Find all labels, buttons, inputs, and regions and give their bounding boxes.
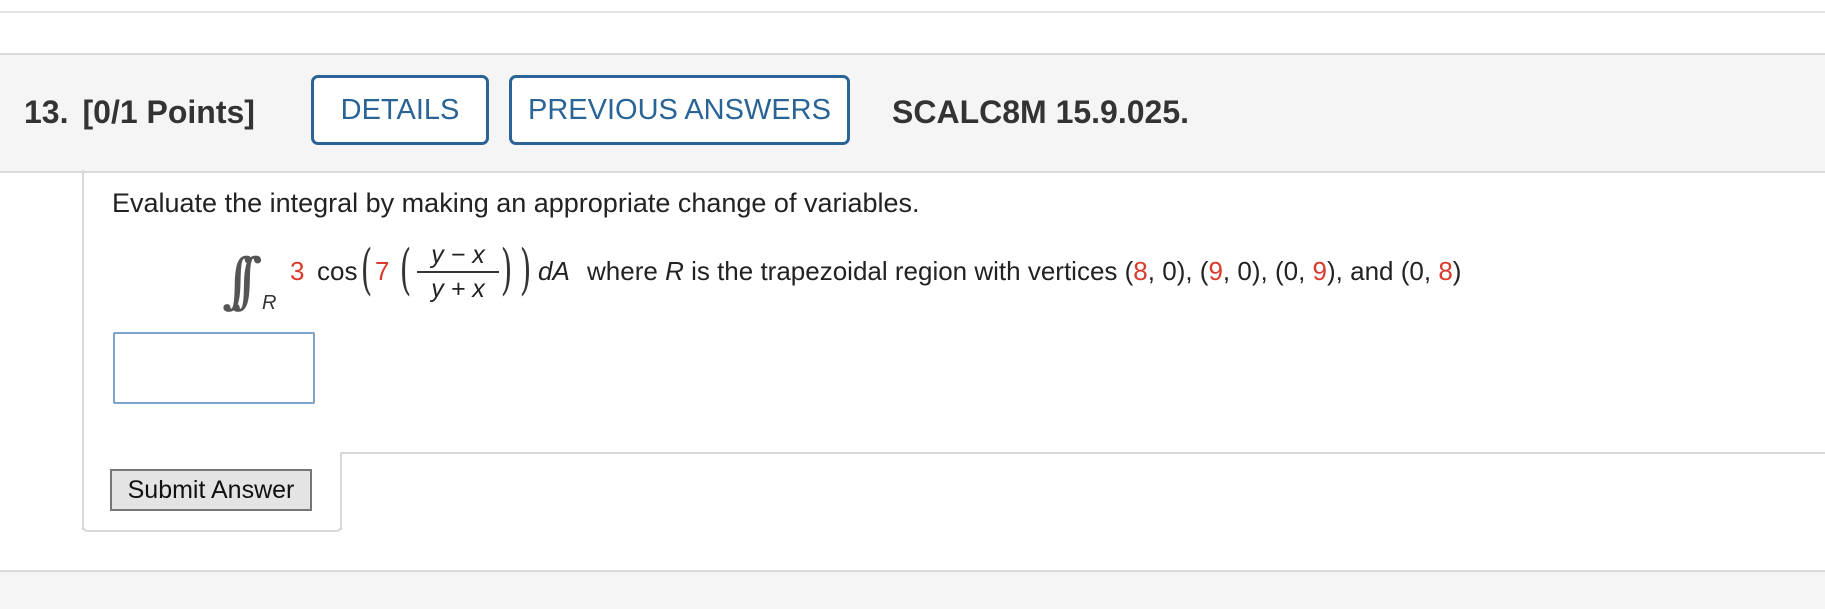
vertex-3-x: 0 <box>1283 256 1299 286</box>
where-text: where <box>587 256 658 286</box>
double-integral-symbol: ∫∫ <box>222 246 262 316</box>
open-paren-inner: ( <box>399 238 412 301</box>
close-paren-outer: ) <box>519 238 532 301</box>
footer-divider <box>340 452 1825 454</box>
details-button[interactable]: DETAILS <box>311 75 489 145</box>
problem-prompt: Evaluate the integral by making an appro… <box>112 188 920 218</box>
submit-answer-button[interactable]: Submit Answer <box>110 469 312 511</box>
vertex-3-y: 9 <box>1312 256 1327 286</box>
open-paren-outer: ( <box>360 238 373 301</box>
function-name: cos <box>317 256 358 286</box>
question-body <box>82 170 1825 530</box>
question-label: 13. [0/1 Points] <box>24 94 269 131</box>
region-description: where R is the trapezoidal region with v… <box>587 256 1462 286</box>
description-text: is the trapezoidal region with vertices <box>691 256 1118 286</box>
vertex-4-y: 8 <box>1438 256 1453 286</box>
question-number: 13. <box>24 94 69 130</box>
and-text: and <box>1350 256 1394 286</box>
coefficient: 3 <box>290 256 305 286</box>
fraction: y − x y + x <box>417 240 499 305</box>
vertex-2-y: 0 <box>1237 256 1252 286</box>
answer-input[interactable] <box>113 332 315 404</box>
region-subscript: R <box>262 292 277 314</box>
footer-divider-vertical <box>340 452 342 530</box>
vertex-2-x: 9 <box>1208 256 1223 286</box>
previous-answers-button[interactable]: PREVIOUS ANSWERS <box>509 75 850 145</box>
close-paren-inner: ) <box>500 238 513 301</box>
differential: dA <box>538 256 570 286</box>
fraction-denominator: y + x <box>431 275 485 303</box>
top-divider <box>0 11 1825 13</box>
next-question-header <box>0 570 1825 609</box>
vertex-4-x: 0 <box>1409 256 1424 286</box>
fraction-numerator: y − x <box>417 240 499 273</box>
question-points: [0/1 Points] <box>82 94 255 130</box>
vertex-1-x: 8 <box>1133 256 1148 286</box>
reference-code: SCALC8M 15.9.025. <box>892 94 1190 130</box>
inner-coefficient: 7 <box>375 256 390 286</box>
region-variable: R <box>665 256 684 286</box>
vertex-1-y: 0 <box>1162 256 1177 286</box>
